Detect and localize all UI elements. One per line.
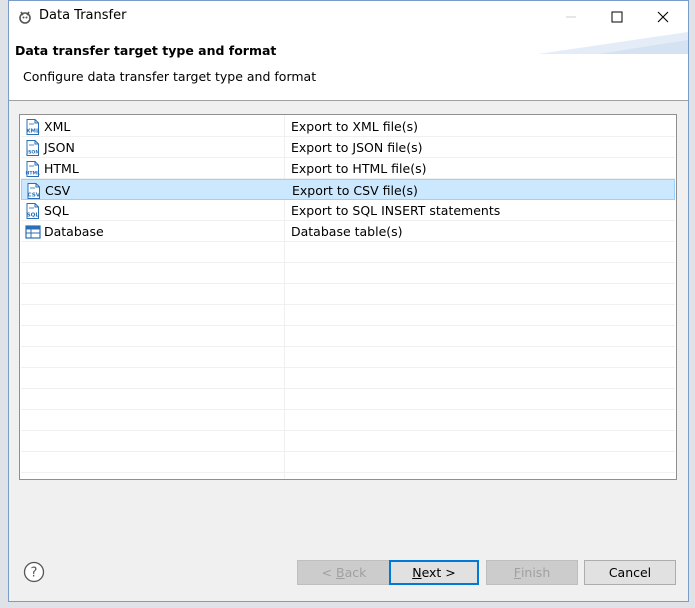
data-transfer-dialog: Data Transfer Data transfer target type … bbox=[8, 0, 689, 602]
row-name-text: CSV bbox=[45, 183, 71, 198]
table-row[interactable]: CSV CSV Export to CSV file(s) bbox=[21, 179, 675, 200]
empty-table-row bbox=[21, 410, 675, 431]
table-rows: XML XML Export to XML file(s) JSON JSON Expor… bbox=[21, 116, 675, 473]
maximize-button[interactable] bbox=[594, 1, 640, 32]
next-button-mnemonic: N bbox=[412, 565, 422, 580]
svg-text:JSON: JSON bbox=[25, 149, 39, 155]
json-file-icon: JSON bbox=[25, 139, 41, 156]
table-row[interactable]: Database Database table(s) bbox=[21, 221, 675, 242]
table-row[interactable]: HTML HTML Export to HTML file(s) bbox=[21, 158, 675, 179]
next-button[interactable]: Next > bbox=[389, 560, 479, 585]
dbeaver-app-icon bbox=[19, 11, 31, 24]
xml-file-icon: XML bbox=[25, 118, 41, 135]
svg-text:HTML: HTML bbox=[26, 170, 41, 176]
window-title: Data Transfer bbox=[39, 8, 127, 23]
page-title: Data transfer target type and format bbox=[15, 43, 277, 58]
empty-table-row bbox=[21, 284, 675, 305]
row-name-text: JSON bbox=[44, 140, 75, 155]
csv-file-icon: CSV bbox=[26, 182, 42, 199]
svg-text:CSV: CSV bbox=[28, 192, 41, 198]
svg-text:SQL: SQL bbox=[27, 212, 40, 218]
back-button-label: ack bbox=[344, 565, 367, 580]
finish-button[interactable]: Finish bbox=[486, 560, 578, 585]
row-name-cell: HTML HTML bbox=[25, 158, 79, 179]
maximize-icon bbox=[611, 11, 623, 22]
back-button-prefix: < bbox=[321, 565, 337, 580]
finish-button-label: inish bbox=[520, 565, 551, 580]
target-type-table[interactable]: XML XML Export to XML file(s) JSON JSON Expor… bbox=[19, 114, 677, 480]
row-name-cell: JSON JSON bbox=[25, 137, 75, 158]
minimize-icon bbox=[566, 16, 576, 17]
back-button-mnemonic: B bbox=[336, 565, 345, 580]
wizard-header: Data transfer target type and format Con… bbox=[9, 32, 688, 101]
row-name-text: XML bbox=[44, 119, 71, 134]
help-icon[interactable]: ? bbox=[23, 561, 45, 583]
empty-table-row bbox=[21, 347, 675, 368]
row-name-cell: XML XML bbox=[25, 116, 70, 137]
empty-table-row bbox=[21, 326, 675, 347]
finish-button-mnemonic: F bbox=[513, 565, 521, 580]
row-description-cell: Export to CSV file(s) bbox=[292, 183, 418, 198]
header-banner-decoration bbox=[538, 32, 688, 54]
row-description-cell: Export to HTML file(s) bbox=[291, 161, 427, 176]
svg-text:XML: XML bbox=[26, 128, 40, 134]
row-description-cell: Export to XML file(s) bbox=[291, 119, 419, 134]
table-row[interactable]: XML XML Export to XML file(s) bbox=[21, 116, 675, 137]
row-name-text: SQL bbox=[44, 203, 69, 218]
database-table-icon bbox=[25, 224, 41, 240]
row-description-cell: Export to SQL INSERT statements bbox=[291, 203, 501, 218]
row-description-cell: Export to JSON file(s) bbox=[291, 140, 423, 155]
empty-table-row bbox=[21, 452, 675, 473]
cancel-button[interactable]: Cancel bbox=[584, 560, 676, 585]
page-description: Configure data transfer target type and … bbox=[23, 69, 317, 84]
row-name-cell: CSV CSV bbox=[26, 180, 70, 201]
empty-table-row bbox=[21, 431, 675, 452]
svg-text:?: ? bbox=[31, 566, 38, 581]
back-button[interactable]: < Back bbox=[297, 560, 391, 585]
cancel-button-label: Cancel bbox=[608, 565, 652, 580]
empty-table-row bbox=[21, 263, 675, 284]
title-bar[interactable]: Data Transfer bbox=[9, 1, 688, 32]
close-button[interactable] bbox=[640, 1, 686, 32]
row-name-cell: Database bbox=[25, 221, 104, 242]
sql-file-icon: SQL bbox=[25, 202, 41, 219]
row-description-cell: Database table(s) bbox=[291, 224, 403, 239]
empty-table-row bbox=[21, 305, 675, 326]
html-file-icon: HTML bbox=[25, 160, 41, 177]
empty-table-row bbox=[21, 368, 675, 389]
row-name-text: Database bbox=[44, 224, 104, 239]
table-row[interactable]: SQL SQL Export to SQL INSERT statements bbox=[21, 200, 675, 221]
background-window-edge-right bbox=[689, 0, 695, 608]
row-name-text: HTML bbox=[44, 161, 79, 176]
empty-table-row bbox=[21, 242, 675, 263]
row-name-cell: SQL SQL bbox=[25, 200, 69, 221]
minimize-button[interactable] bbox=[548, 1, 594, 32]
next-button-label: ext > bbox=[421, 565, 456, 580]
table-row[interactable]: JSON JSON Export to JSON file(s) bbox=[21, 137, 675, 158]
close-icon bbox=[657, 11, 669, 22]
empty-table-row bbox=[21, 389, 675, 410]
